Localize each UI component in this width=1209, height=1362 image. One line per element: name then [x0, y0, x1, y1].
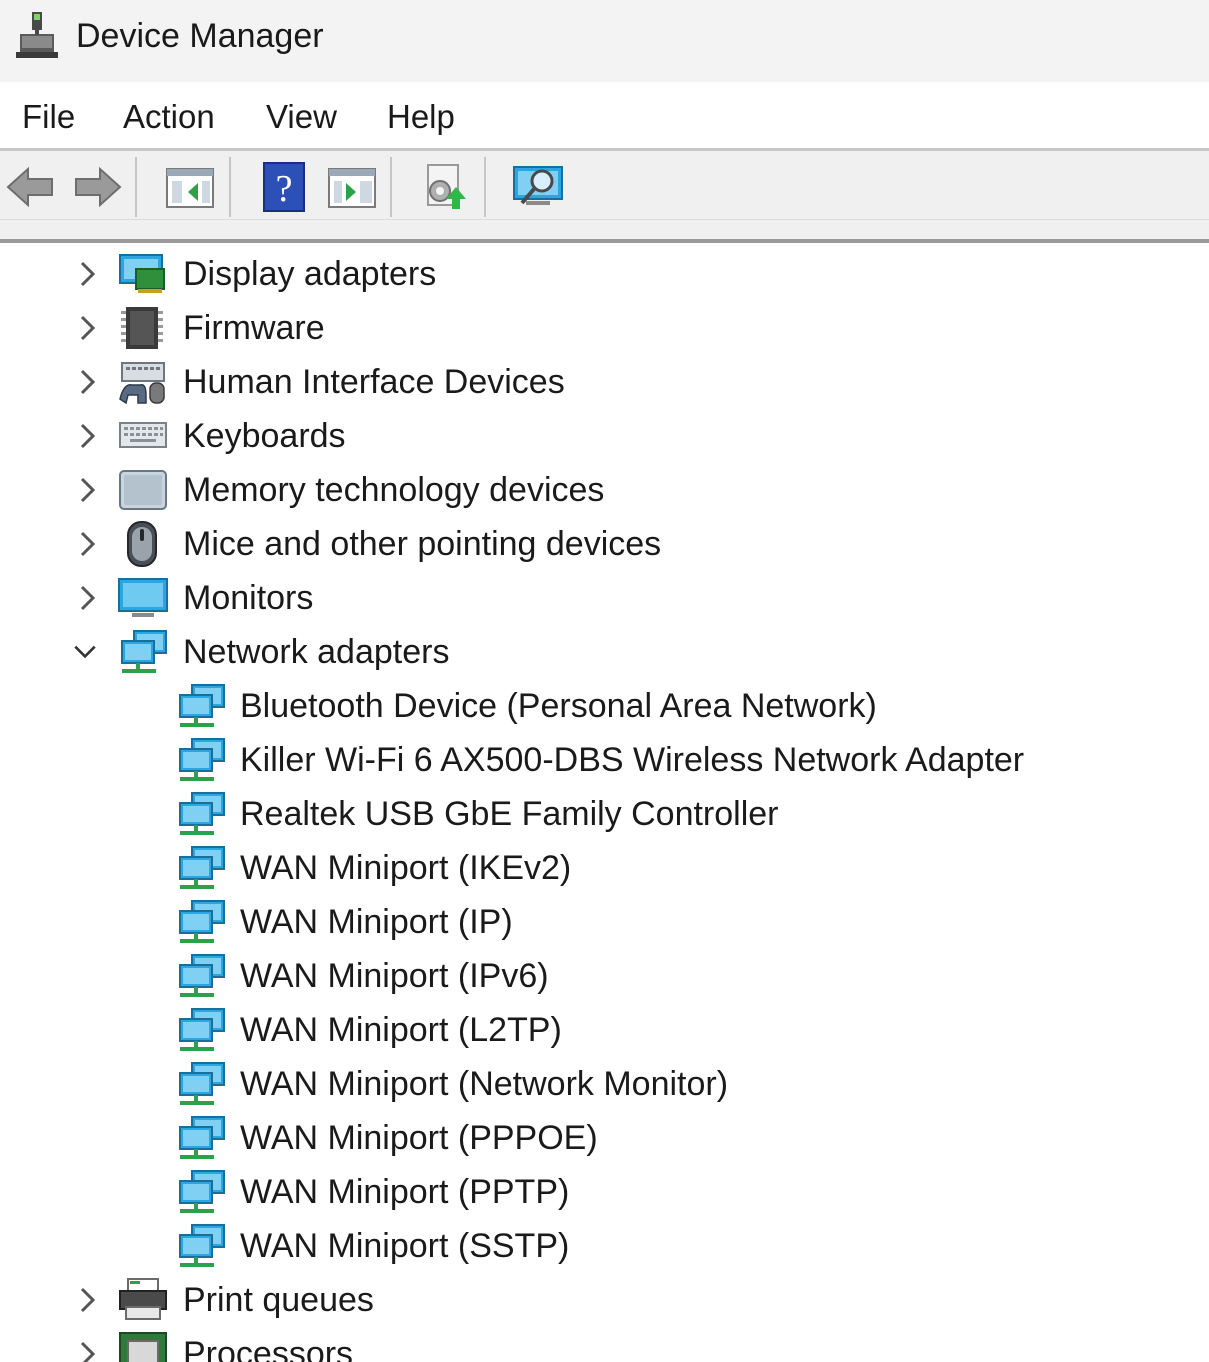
network-adapter-icon [179, 1224, 225, 1267]
tree-item-label: WAN Miniport (IP) [240, 903, 513, 941]
chevron-down-icon[interactable] [70, 635, 100, 669]
tree-item-label: Mice and other pointing devices [183, 525, 662, 563]
tree-item-human-interface-devices[interactable]: Human Interface Devices [0, 355, 1209, 409]
show-hide-console-tree-icon[interactable] [164, 161, 216, 213]
tree-item-label: Memory technology devices [183, 471, 605, 509]
svg-text:?: ? [276, 168, 293, 210]
network-adapter-icon [179, 1170, 225, 1213]
tree-item-label: Monitors [183, 579, 314, 617]
display-adapter-icon [119, 254, 165, 293]
tree-item-label: WAN Miniport (PPTP) [240, 1173, 570, 1211]
toolbar-separator [135, 157, 137, 217]
tree-item-memory-technology-devices[interactable]: Memory technology devices [0, 463, 1209, 517]
monitor-icon [118, 578, 168, 617]
hid-icon [119, 362, 165, 405]
tree-item-network-device[interactable]: Realtek USB GbE Family Controller [0, 787, 1209, 841]
network-adapter-icon [179, 684, 225, 727]
tree-item-network-device[interactable]: WAN Miniport (IKEv2) [0, 841, 1209, 895]
tree-item-label: Human Interface Devices [183, 363, 565, 401]
tree-item-monitors[interactable]: Monitors [0, 571, 1209, 625]
tree-item-network-device[interactable]: WAN Miniport (L2TP) [0, 1003, 1209, 1057]
menu-bar: File Action View Help [0, 82, 1209, 148]
network-adapter-icon [179, 954, 225, 997]
tree-item-label: WAN Miniport (L2TP) [240, 1011, 562, 1049]
network-adapter-icon [179, 1116, 225, 1159]
tree-item-network-adapters[interactable]: Network adapters [0, 625, 1209, 679]
tree-item-print-queues[interactable]: Print queues [0, 1273, 1209, 1327]
tree-item-label: Network adapters [183, 633, 450, 671]
back-arrow-icon[interactable] [4, 161, 56, 213]
chevron-right-icon[interactable] [72, 365, 102, 399]
tree-item-label: Print queues [183, 1281, 374, 1319]
action-pane-icon[interactable] [326, 161, 378, 213]
network-adapter-icon [121, 630, 167, 673]
keyboard-icon [119, 422, 167, 448]
menu-view[interactable]: View [266, 98, 337, 136]
tree-item-display-adapters[interactable]: Display adapters [0, 247, 1209, 301]
toolbar: ? [0, 151, 1209, 219]
tree-item-label: Realtek USB GbE Family Controller [240, 795, 779, 833]
tree-item-processors[interactable]: Processors [0, 1327, 1209, 1362]
tree-item-label: WAN Miniport (Network Monitor) [240, 1065, 729, 1103]
chevron-right-icon[interactable] [72, 311, 102, 345]
chevron-right-icon[interactable] [72, 257, 102, 291]
tree-item-network-device[interactable]: WAN Miniport (Network Monitor) [0, 1057, 1209, 1111]
chevron-right-icon[interactable] [72, 473, 102, 507]
memory-device-icon [119, 470, 167, 510]
toolbar-spacer [0, 219, 1209, 239]
printer-icon [119, 1278, 167, 1320]
tree-item-network-device[interactable]: Bluetooth Device (Personal Area Network) [0, 679, 1209, 733]
menu-help[interactable]: Help [387, 98, 455, 136]
network-adapter-icon [179, 792, 225, 835]
tree-item-firmware[interactable]: Firmware [0, 301, 1209, 355]
tree-item-label: WAN Miniport (IPv6) [240, 957, 549, 995]
tree-item-keyboards[interactable]: Keyboards [0, 409, 1209, 463]
device-manager-app-icon [16, 12, 58, 58]
tree-item-label: WAN Miniport (PPPOE) [240, 1119, 598, 1157]
network-adapter-icon [179, 900, 225, 943]
toolbar-separator [484, 157, 486, 217]
tree-item-label: Firmware [183, 309, 325, 347]
mouse-icon [127, 521, 157, 567]
forward-arrow-icon[interactable] [72, 161, 124, 213]
tree-item-network-device[interactable]: WAN Miniport (PPTP) [0, 1165, 1209, 1219]
tree-item-label: Bluetooth Device (Personal Area Network) [240, 687, 877, 725]
firmware-chip-icon [121, 307, 163, 349]
chevron-right-icon[interactable] [72, 419, 102, 453]
scan-hardware-icon[interactable] [512, 161, 564, 213]
device-tree: Display adapters Firmware Human Interfac… [0, 243, 1209, 1362]
network-adapter-icon [179, 738, 225, 781]
window-title: Device Manager [76, 17, 324, 55]
menu-action[interactable]: Action [123, 98, 215, 136]
toolbar-separator [390, 157, 392, 217]
title-bar: Device Manager [0, 0, 1209, 82]
tree-item-label: Display adapters [183, 255, 437, 293]
toolbar-separator [229, 157, 231, 217]
tree-item-network-device[interactable]: WAN Miniport (SSTP) [0, 1219, 1209, 1273]
chevron-right-icon[interactable] [72, 527, 102, 561]
help-icon[interactable]: ? [258, 161, 310, 213]
tree-item-mice[interactable]: Mice and other pointing devices [0, 517, 1209, 571]
tree-item-network-device[interactable]: WAN Miniport (IPv6) [0, 949, 1209, 1003]
update-driver-icon[interactable] [418, 161, 470, 213]
chevron-right-icon[interactable] [72, 1283, 102, 1317]
chevron-right-icon[interactable] [72, 581, 102, 615]
tree-item-label: WAN Miniport (SSTP) [240, 1227, 570, 1265]
tree-item-label: Processors [183, 1335, 354, 1362]
processor-icon [119, 1332, 167, 1362]
tree-item-label: Keyboards [183, 417, 346, 455]
tree-item-network-device[interactable]: Killer Wi-Fi 6 AX500-DBS Wireless Networ… [0, 733, 1209, 787]
chevron-right-icon[interactable] [72, 1337, 102, 1362]
tree-item-network-device[interactable]: WAN Miniport (IP) [0, 895, 1209, 949]
tree-item-label: WAN Miniport (IKEv2) [240, 849, 572, 887]
menu-file[interactable]: File [22, 98, 75, 136]
network-adapter-icon [179, 1008, 225, 1051]
tree-item-label: Killer Wi-Fi 6 AX500-DBS Wireless Networ… [240, 741, 1025, 779]
network-adapter-icon [179, 1062, 225, 1105]
network-adapter-icon [179, 846, 225, 889]
tree-item-network-device[interactable]: WAN Miniport (PPPOE) [0, 1111, 1209, 1165]
